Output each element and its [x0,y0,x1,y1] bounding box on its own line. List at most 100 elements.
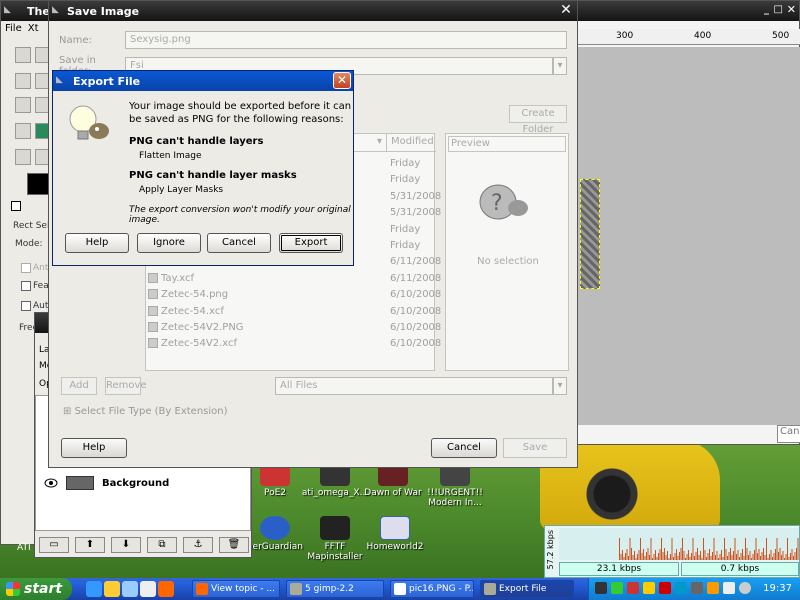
menu-xtns[interactable]: Xt [28,23,39,34]
background-color-swatch[interactable] [11,201,21,211]
net-bar [724,538,725,560]
minimize-icon[interactable]: _ [764,4,769,15]
net-bar [757,553,758,560]
file-type-filter[interactable]: All Files [275,377,553,395]
close-icon[interactable]: ✕ [787,3,796,16]
quicklaunch-icon[interactable] [122,581,138,597]
ie-icon[interactable] [86,581,102,597]
tray-icon-7[interactable] [691,582,703,594]
menu-file[interactable]: File [5,23,22,34]
net-bar [740,553,742,560]
rect-select-tool-icon[interactable] [15,47,31,63]
antialias-checkbox[interactable] [21,263,31,273]
net-bar [644,556,646,560]
new-layer-icon[interactable]: ▭ [39,537,69,553]
tray-icon-5[interactable] [659,582,671,594]
tray-icon-6[interactable] [675,582,687,594]
chevron-down-icon[interactable]: ▾ [553,377,567,395]
net-bar [695,552,697,560]
task-export-file[interactable]: Export File [480,580,574,598]
file-row[interactable]: Zetec-54.png 6/10/2008 [146,287,441,303]
feather-checkbox[interactable] [21,281,31,291]
anchor-layer-icon[interactable]: ⚓ [183,537,213,553]
net-bar [640,538,641,560]
expander-icon: ⊞ [63,406,75,417]
move-tool-icon[interactable] [15,97,31,113]
cancel-button[interactable]: Cancel [431,438,497,458]
eye-icon[interactable] [44,478,58,488]
foreground-color-swatch[interactable] [27,173,49,195]
export-button[interactable]: Export [279,233,343,253]
bucket-fill-tool-icon[interactable] [15,123,31,139]
ignore-button[interactable]: Ignore [137,233,201,253]
canvas-titlebar[interactable]: _ □ ✕ [578,1,799,21]
net-bar [784,558,785,560]
folder-icon[interactable] [104,581,120,597]
task-pic16[interactable]: pic16.PNG - P... [390,580,474,598]
clock[interactable]: 19:37 [763,578,792,600]
quicklaunch-icon-2[interactable] [140,581,156,597]
cancel-field[interactable]: Canc [777,425,800,443]
raise-layer-icon[interactable]: ⬆ [75,537,105,553]
tray-icon-3[interactable] [627,582,639,594]
reason-layers-fix: Flatten Image [139,151,202,161]
close-icon[interactable]: ✕ [558,3,574,19]
pencil-tool-icon[interactable] [15,149,31,165]
file-row[interactable]: Zetec-54.xcf 6/10/2008 [146,304,441,320]
select-file-type-expander[interactable]: ⊞ Select File Type (By Extension) [63,406,228,417]
gimp-icon [290,583,302,595]
task-gimp[interactable]: 5 gimp-2.2 [286,580,384,598]
start-button[interactable]: start [0,578,72,600]
create-folder-button[interactable]: Create Folder [509,105,567,135]
net-bar [775,549,776,560]
export-help-button[interactable]: Help [65,233,129,253]
add-button[interactable]: Add [61,377,97,395]
save-dialog-titlebar[interactable]: ◣ Save Image ✕ [49,1,577,21]
file-modified: Friday [390,174,421,186]
tray-icon-4[interactable] [643,582,655,594]
file-name: Tay.xcf [148,272,194,284]
export-note: The export conversion won't modify your … [129,205,351,225]
chevron-down-icon[interactable]: ▾ [553,57,567,75]
file-modified: 5/31/2008 [390,207,442,219]
net-bar [754,550,755,560]
export-dialog-titlebar[interactable]: ◣ Export File ✕ [53,71,353,91]
remove-button[interactable]: Remove [105,377,147,395]
canvas-area[interactable] [578,47,800,425]
file-row[interactable]: Tay.xcf 6/11/2008 [146,271,441,287]
modified-column-header[interactable]: Modified [386,134,436,152]
lower-layer-icon[interactable]: ⬇ [111,537,141,553]
reason-layers-title: PNG can't handle layers [129,136,264,147]
delete-layer-icon[interactable]: 🗑 [219,537,249,553]
net-bar [632,555,634,560]
file-modified: 5/31/2008 [390,190,442,202]
autoshrink-checkbox[interactable] [21,301,31,311]
volume-icon[interactable] [723,582,735,594]
task-view-topic[interactable]: View topic - ... [192,580,280,598]
desktop-icon-homeworld2[interactable]: Homeworld2 [360,516,430,552]
layer-buttons: ▭ ⬆ ⬇ ⧉ ⚓ 🗑 [39,537,249,553]
lasso-tool-icon[interactable] [15,73,31,89]
close-icon[interactable]: ✕ [333,72,351,89]
net-bar [637,554,638,560]
net-bar [658,553,659,560]
net-bar [674,553,676,560]
file-row[interactable]: Zetec-54V2.PNG 6/10/2008 [146,320,441,336]
tray-icon-2[interactable] [611,582,623,594]
help-button[interactable]: Help [61,438,127,458]
firefox-icon[interactable] [158,581,174,597]
file-row[interactable]: Zetec-54V2.xcf 6/10/2008 [146,336,441,352]
duplicate-layer-icon[interactable]: ⧉ [147,537,177,553]
name-input[interactable]: Sexysig.png [125,31,567,49]
tray-icon-8[interactable] [707,582,719,594]
export-cancel-button[interactable]: Cancel [207,233,271,253]
tray-icon-1[interactable] [595,582,607,594]
net-bar [781,555,782,560]
toolbox-titlebar[interactable]: ◣ The [1,1,51,21]
net-bar [727,556,728,560]
layer-row[interactable]: Background [44,476,169,490]
desktop-icon-urgent[interactable]: !!!URGENT!! Modern In... [420,462,490,508]
net-bar [718,558,719,560]
save-button[interactable]: Save [503,438,567,458]
maximize-icon[interactable]: □ [774,4,783,15]
